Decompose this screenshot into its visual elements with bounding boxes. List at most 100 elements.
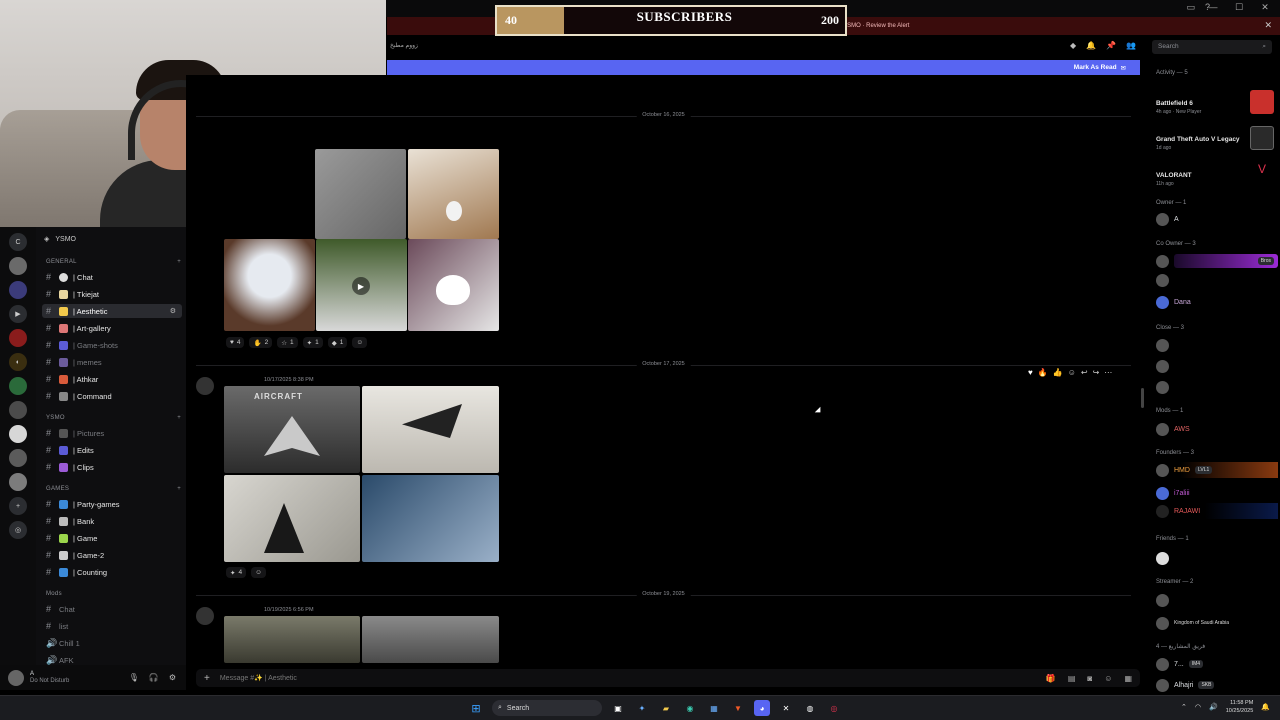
app-icon[interactable]: ◎ [826, 700, 842, 716]
gif-icon[interactable]: ▤ [1068, 674, 1076, 683]
close-window-icon[interactable]: ✕ [1258, 2, 1272, 13]
member-row[interactable] [1156, 272, 1278, 288]
add-channel-icon[interactable]: + [177, 259, 181, 265]
channel-aesthetic[interactable]: # | Aesthetic ⚙ [42, 304, 182, 318]
edge-icon[interactable]: ◉ [682, 700, 698, 716]
brave-icon[interactable]: ▼ [730, 700, 746, 716]
member-row[interactable] [1156, 592, 1278, 608]
attach-plus-icon[interactable]: + [204, 673, 210, 684]
channel-game[interactable]: # | Game [42, 531, 182, 545]
message-video[interactable]: ▶ [316, 239, 407, 331]
file-explorer-icon[interactable]: ▰ [658, 700, 674, 716]
message-image[interactable] [362, 616, 499, 663]
reaction-pill[interactable]: ☆ 1 [277, 337, 298, 348]
reaction-pill[interactable]: ✦ 1 [302, 337, 323, 348]
search-input[interactable]: Search ⌕ [1152, 40, 1272, 54]
category-games[interactable]: GAMES + [46, 486, 181, 492]
members-icon[interactable]: 👥 [1126, 41, 1136, 50]
member-row[interactable] [1156, 379, 1278, 395]
channel-command[interactable]: # | Command [42, 389, 182, 403]
apps-icon[interactable]: ▦ [1124, 674, 1132, 683]
tray-chevron-icon[interactable]: ⌃ [1181, 703, 1187, 711]
clock[interactable]: 11:58 PM 10/25/2025 [1226, 699, 1254, 715]
message-image[interactable] [224, 239, 315, 331]
mark-as-read-button[interactable]: Mark As Read [1074, 64, 1117, 71]
server-icon[interactable]: C [9, 233, 27, 251]
channel-party-games[interactable]: # | Party-games [42, 497, 182, 511]
channel-tkiejat[interactable]: # | Tkiejat [42, 287, 182, 301]
member-row[interactable]: HMD LVL1 [1156, 462, 1278, 478]
message-image[interactable] [408, 149, 499, 239]
channel-game-shots[interactable]: # | Game-shots [42, 338, 182, 352]
add-channel-icon[interactable]: + [177, 486, 181, 492]
author-avatar[interactable] [196, 377, 214, 395]
add-reaction-icon[interactable]: ☺ [251, 567, 266, 578]
message-image[interactable] [362, 475, 499, 562]
threads-icon[interactable]: ◆ [1070, 41, 1076, 50]
forward-icon[interactable]: ↪ [1093, 368, 1100, 377]
message-composer[interactable]: + Message #✨ | Aesthetic 🎁 ▤ ◙ ☺ ▦ [196, 669, 1140, 687]
microphone-icon[interactable]: 🎙 [129, 673, 139, 682]
channel-edits[interactable]: # | Edits [42, 443, 182, 457]
notice-close-icon[interactable]: ✕ [1264, 20, 1272, 31]
copilot-icon[interactable]: ✦ [634, 700, 650, 716]
voice-chill-1[interactable]: 🔊 Chill 1 [42, 636, 182, 650]
add-reaction-icon[interactable]: ☺ [352, 337, 367, 348]
category-ysmo[interactable]: YSMO + [46, 415, 181, 421]
activity-card[interactable]: Battlefield 6 4h ago · New Player [1154, 88, 1276, 118]
server-icon[interactable] [9, 281, 27, 299]
member-row[interactable]: A [1156, 211, 1278, 227]
pin-icon[interactable]: 📌 [1106, 41, 1116, 50]
store-icon[interactable]: ▦ [706, 700, 722, 716]
server-icon[interactable] [9, 473, 27, 491]
member-row[interactable] [1156, 337, 1278, 353]
channel-clips[interactable]: # | Clips [42, 460, 182, 474]
network-icon[interactable]: ◠ [1195, 703, 1201, 711]
channel-memes[interactable]: # | memes [42, 355, 182, 369]
bell-icon[interactable]: 🔔 [1086, 41, 1096, 50]
reply-icon[interactable]: ↩ [1081, 368, 1088, 377]
taskbar-search[interactable]: ⌕ Search [492, 700, 602, 716]
server-icon[interactable] [9, 401, 27, 419]
activity-card[interactable]: Grand Theft Auto V Legacy 1d ago [1154, 124, 1276, 154]
discover-icon[interactable]: ◎ [9, 521, 27, 539]
member-row[interactable]: Kingdom of Saudi Arabia [1156, 615, 1278, 631]
gift-icon[interactable]: 🎁 [1046, 674, 1056, 683]
member-row[interactable]: AWS [1156, 421, 1278, 437]
more-icon[interactable]: ⋯ [1104, 368, 1112, 377]
server-icon[interactable]: ▶ [9, 305, 27, 323]
channel-settings-icon[interactable]: ⚙ [170, 307, 176, 315]
message-image[interactable] [408, 239, 499, 331]
add-channel-icon[interactable]: + [177, 415, 181, 421]
reaction-pill[interactable]: ✋ 2 [249, 337, 273, 348]
channel-mods-chat[interactable]: # Chat [42, 602, 182, 616]
message-input[interactable]: Message #✨ | Aesthetic [220, 674, 297, 682]
emoji-icon[interactable]: ☺ [1104, 674, 1112, 683]
member-row[interactable]: i7aliii [1156, 485, 1278, 501]
sticker-icon[interactable]: ◙ [1087, 674, 1092, 683]
thumbs-reaction-icon[interactable]: 👍 [1053, 368, 1063, 377]
reaction-pill[interactable]: ◆ 1 [327, 337, 348, 348]
channel-chat[interactable]: # | Chat [42, 270, 182, 284]
member-row[interactable]: Alhajri SKB [1156, 677, 1278, 693]
message-image[interactable] [362, 386, 499, 473]
member-row[interactable]: Dana [1156, 294, 1278, 310]
message-image[interactable] [315, 149, 406, 239]
reaction-pill[interactable]: ♥ 4 [226, 337, 245, 348]
server-icon[interactable] [9, 449, 27, 467]
xbox-icon[interactable]: ✕ [778, 700, 794, 716]
steam-icon[interactable]: ◍ [802, 700, 818, 716]
server-icon[interactable] [9, 257, 27, 275]
channel-pictures[interactable]: # | Pictures [42, 426, 182, 440]
message-image[interactable] [224, 616, 360, 663]
notification-icon[interactable]: 🔔 [1261, 703, 1270, 711]
user-avatar[interactable] [8, 669, 24, 686]
fire-reaction-icon[interactable]: 🔥 [1038, 368, 1048, 377]
channel-game-2[interactable]: # | Game-2 [42, 548, 182, 562]
user-settings-icon[interactable]: ⚙ [169, 673, 176, 682]
member-row[interactable]: Bros [1156, 253, 1278, 269]
maximize-icon[interactable]: ☐ [1232, 2, 1246, 13]
channel-list[interactable]: # list [42, 619, 182, 633]
add-server-icon[interactable]: + [9, 497, 27, 515]
heart-reaction-icon[interactable]: ♥ [1028, 368, 1033, 377]
